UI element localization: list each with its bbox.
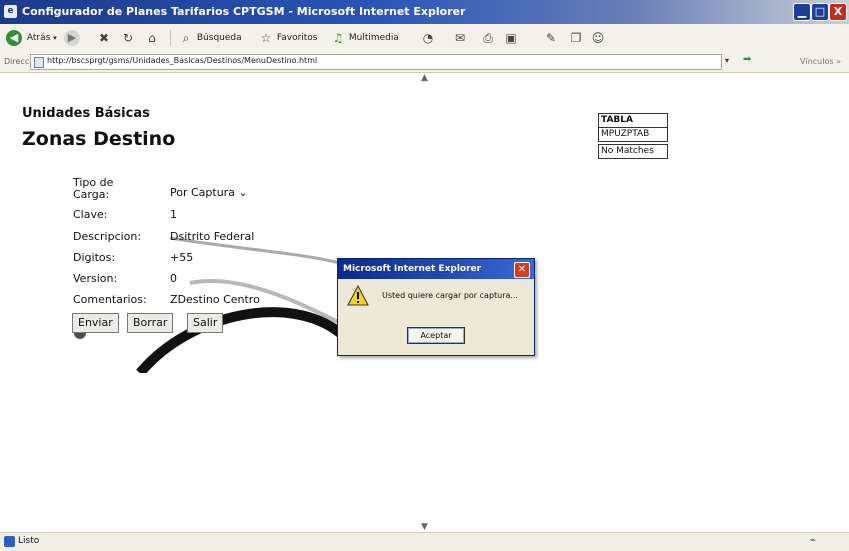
version-label: Version: bbox=[73, 272, 118, 285]
scroll-down-icon[interactable]: ▼ bbox=[421, 522, 428, 532]
warning-icon bbox=[347, 285, 369, 306]
tipo-carga-label: Tipo de Carga: bbox=[73, 176, 114, 201]
status-text: Listo bbox=[18, 536, 40, 546]
back-label: Atrás bbox=[26, 33, 51, 43]
home-icon: ⌂ bbox=[148, 30, 156, 45]
minimize-button[interactable]: ▁ bbox=[793, 3, 811, 21]
dialog-titlebar[interactable]: Microsoft Internet Explorer ✕ bbox=[338, 259, 534, 279]
search-button[interactable]: ⌕ Búsqueda bbox=[178, 29, 242, 47]
search-icon: ⌕ bbox=[182, 30, 190, 45]
print-button[interactable]: ⎙ bbox=[480, 29, 496, 47]
descripcion-field[interactable]: Dsitrito Federal bbox=[170, 230, 254, 243]
window-title: Configurador de Planes Tarifarios CPTGSM… bbox=[22, 5, 466, 18]
descripcion-label: Descripcion: bbox=[73, 230, 142, 243]
version-field[interactable]: 0 bbox=[170, 272, 177, 285]
forward-button[interactable]: ▶ bbox=[64, 29, 82, 47]
close-window-button[interactable]: X bbox=[829, 3, 847, 21]
favorites-button[interactable]: ☆ Favoritos bbox=[258, 29, 318, 47]
back-arrow-icon: ◀ bbox=[6, 29, 22, 46]
scroll-up-icon[interactable]: ▲ bbox=[421, 73, 428, 83]
clave-label: Clave: bbox=[73, 208, 108, 221]
edit-button[interactable]: ▣ bbox=[503, 29, 519, 47]
stop-button[interactable]: ✖ bbox=[96, 29, 112, 47]
page-status-icon bbox=[4, 536, 15, 547]
messenger-button[interactable]: ☺ bbox=[590, 29, 606, 47]
address-bar: Dirección http://bscsprgt/gsms/Unidades_… bbox=[0, 52, 849, 73]
forward-arrow-icon: ▶ bbox=[64, 29, 80, 46]
discuss-icon: ✎ bbox=[545, 30, 557, 45]
research-button[interactable]: ❐ bbox=[568, 29, 584, 47]
digitos-field[interactable]: +55 bbox=[170, 251, 193, 264]
address-input[interactable]: http://bscsprgt/gsms/Unidades_Basicas/De… bbox=[30, 54, 722, 70]
stop-icon: ✖ bbox=[98, 30, 110, 45]
tipo-carga-select[interactable]: Por Captura ⌄ bbox=[170, 186, 248, 199]
address-url: http://bscsprgt/gsms/Unidades_Basicas/De… bbox=[47, 56, 318, 65]
comentarios-field[interactable]: ZDestino Centro bbox=[170, 293, 260, 306]
links-label[interactable]: Vínculos » bbox=[800, 57, 841, 66]
table-value: MPUZPTAB bbox=[598, 127, 668, 142]
multimedia-icon: ♫ bbox=[332, 30, 344, 45]
address-dropdown-icon[interactable]: ▾ bbox=[725, 56, 729, 65]
refresh-button[interactable]: ↻ bbox=[120, 29, 136, 47]
back-dropdown-icon: ▾ bbox=[53, 34, 57, 42]
page-icon bbox=[34, 57, 44, 68]
refresh-icon: ↻ bbox=[122, 30, 134, 45]
digitos-label: Digitos: bbox=[73, 251, 116, 264]
maximize-button[interactable]: □ bbox=[811, 3, 829, 21]
table-title: TABLA bbox=[598, 113, 668, 127]
history-button[interactable]: ◔ bbox=[420, 29, 436, 47]
dialog-ok-button[interactable]: Aceptar bbox=[407, 327, 465, 344]
network-zone-icon: ⌁ bbox=[810, 535, 817, 546]
page-subtitle: Unidades Básicas bbox=[22, 106, 150, 121]
favorites-star-icon: ☆ bbox=[260, 30, 272, 45]
back-button[interactable]: ◀ Atrás ▾ bbox=[6, 29, 57, 47]
side-table: TABLA MPUZPTAB No Matches bbox=[598, 113, 668, 161]
mail-icon: ✉ bbox=[454, 30, 466, 45]
research-icon: ❐ bbox=[570, 30, 582, 45]
alert-dialog: Microsoft Internet Explorer ✕ Usted quie… bbox=[337, 258, 535, 356]
dialog-message: Usted quiere cargar por captura... bbox=[382, 291, 519, 300]
discuss-button[interactable]: ✎ bbox=[543, 29, 559, 47]
multimedia-button[interactable]: ♫ Multimedia bbox=[330, 29, 399, 47]
history-icon: ◔ bbox=[422, 30, 434, 45]
page-title: Zonas Destino bbox=[22, 128, 176, 150]
mail-button[interactable]: ✉ bbox=[452, 29, 468, 47]
window-titlebar[interactable]: e Configurador de Planes Tarifarios CPTG… bbox=[0, 0, 849, 24]
favorites-label: Favoritos bbox=[276, 33, 318, 43]
ie-logo-icon: e bbox=[4, 5, 17, 18]
borrar-button[interactable]: Borrar bbox=[127, 313, 174, 333]
home-button[interactable]: ⌂ bbox=[144, 29, 160, 47]
edit-icon: ▣ bbox=[505, 30, 517, 45]
go-arrow-icon[interactable]: ➡ bbox=[743, 54, 751, 65]
print-icon: ⎙ bbox=[483, 30, 493, 45]
dialog-title: Microsoft Internet Explorer bbox=[343, 264, 482, 274]
status-bar: Listo ⌁ bbox=[0, 532, 849, 551]
dialog-close-button[interactable]: ✕ bbox=[514, 262, 530, 278]
browser-toolbar: ◀ Atrás ▾ ▶ ✖ ↻ ⌂ ⌕ Búsqueda ☆ Favoritos… bbox=[0, 24, 849, 53]
clave-value: 1 bbox=[170, 208, 177, 221]
comentarios-label: Comentarios: bbox=[73, 293, 147, 306]
table-status: No Matches bbox=[598, 144, 668, 159]
salir-button[interactable]: Salir bbox=[187, 313, 224, 333]
enviar-button[interactable]: Enviar bbox=[72, 313, 119, 333]
search-label: Búsqueda bbox=[196, 33, 242, 43]
multimedia-label: Multimedia bbox=[348, 33, 399, 43]
messenger-icon: ☺ bbox=[591, 30, 605, 45]
toolbar-separator bbox=[170, 30, 171, 46]
